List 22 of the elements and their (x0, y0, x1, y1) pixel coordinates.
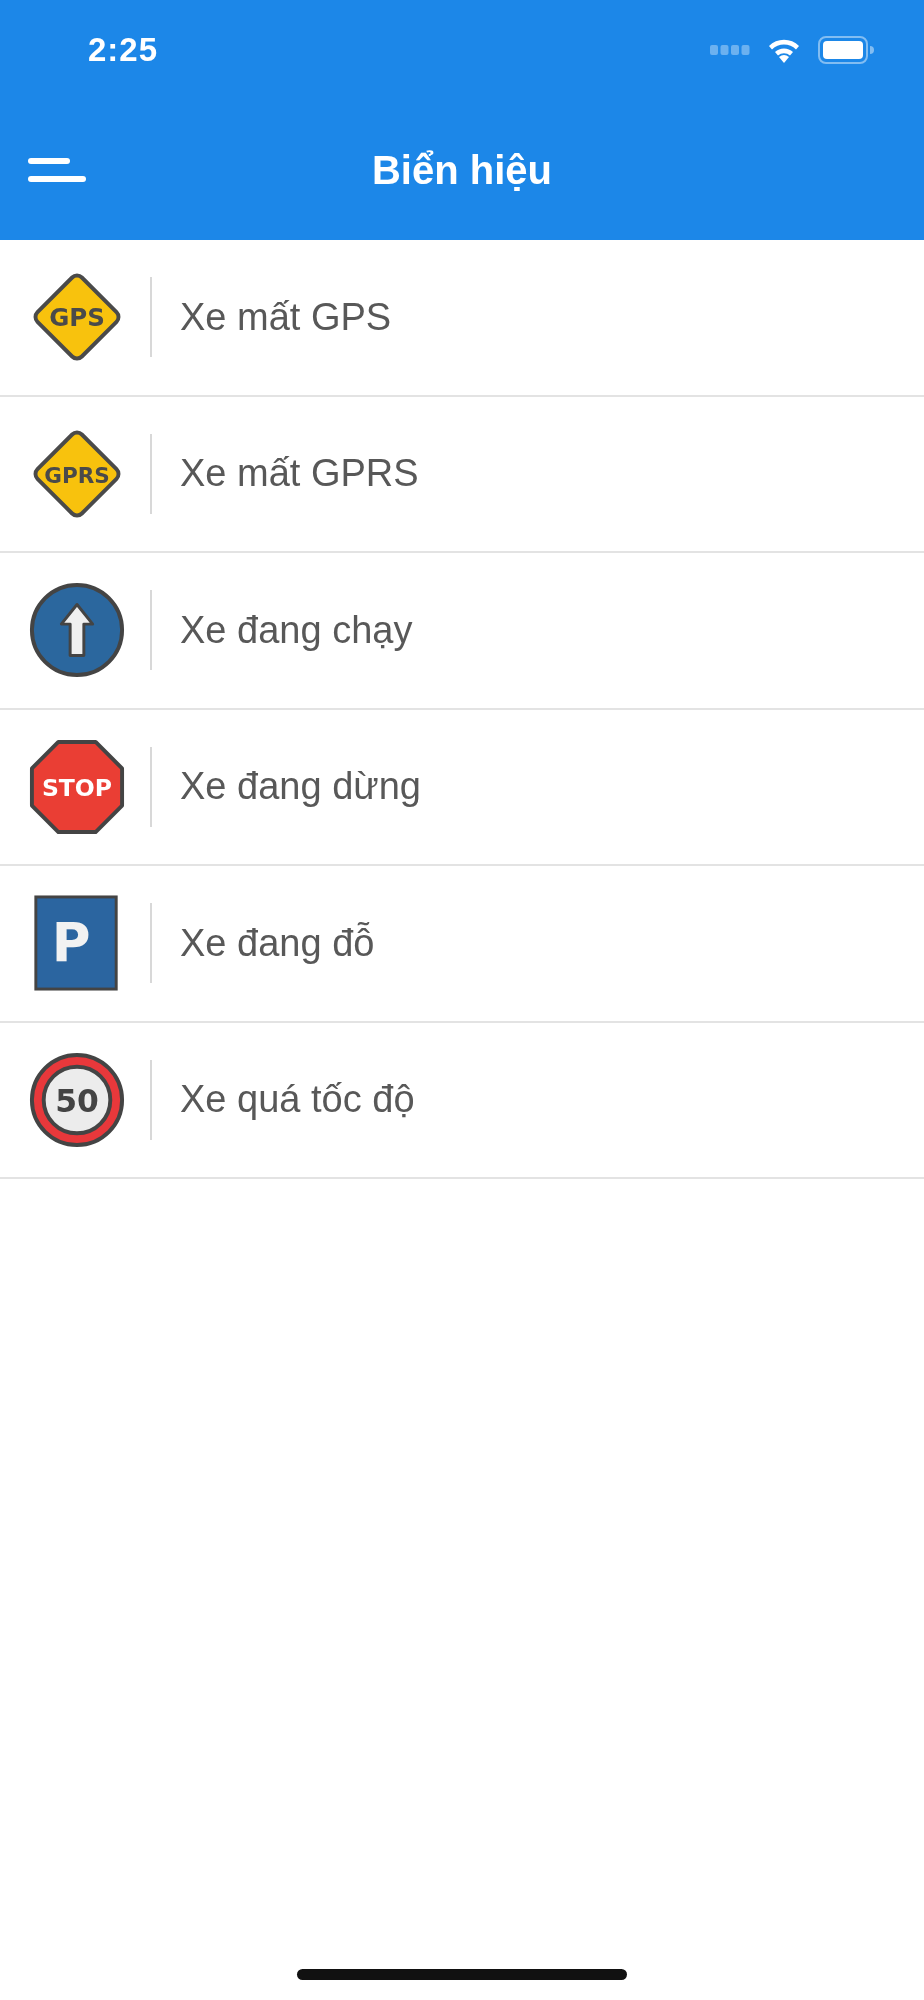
item-label: Xe quá tốc độ (180, 1077, 415, 1123)
sign-list-item[interactable]: GPS Xe mất GPS (0, 240, 924, 397)
item-label: Xe đang chạy (180, 607, 413, 653)
sign-text: P (51, 911, 91, 973)
status-time: 2:25 (88, 30, 159, 71)
item-label: Xe mất GPRS (180, 451, 419, 497)
sign-text: 50 (55, 1082, 99, 1119)
sign-list-item[interactable]: STOP Xe đang dừng (0, 709, 924, 866)
arrow-sign-icon (28, 581, 126, 680)
sign-list-item[interactable]: 50 Xe quá tốc độ (0, 1022, 924, 1179)
sign-text: GPRS (44, 462, 110, 488)
sign-text: STOP (41, 773, 113, 802)
sign-list-item[interactable]: GPRS Xe mất GPRS (0, 396, 924, 553)
item-label: Xe đang đỗ (180, 920, 375, 966)
screen-title: Biển hiệu (372, 147, 552, 194)
sign-text: GPS (49, 303, 105, 333)
signal-icon (710, 44, 750, 56)
item-label: Xe mất GPS (180, 294, 392, 340)
sign-list-item[interactable]: P Xe đang đỗ (0, 866, 924, 1023)
sign-list-item[interactable]: Xe đang chạy (0, 553, 924, 710)
battery-icon (818, 36, 874, 64)
item-label: Xe đang dừng (180, 764, 421, 810)
